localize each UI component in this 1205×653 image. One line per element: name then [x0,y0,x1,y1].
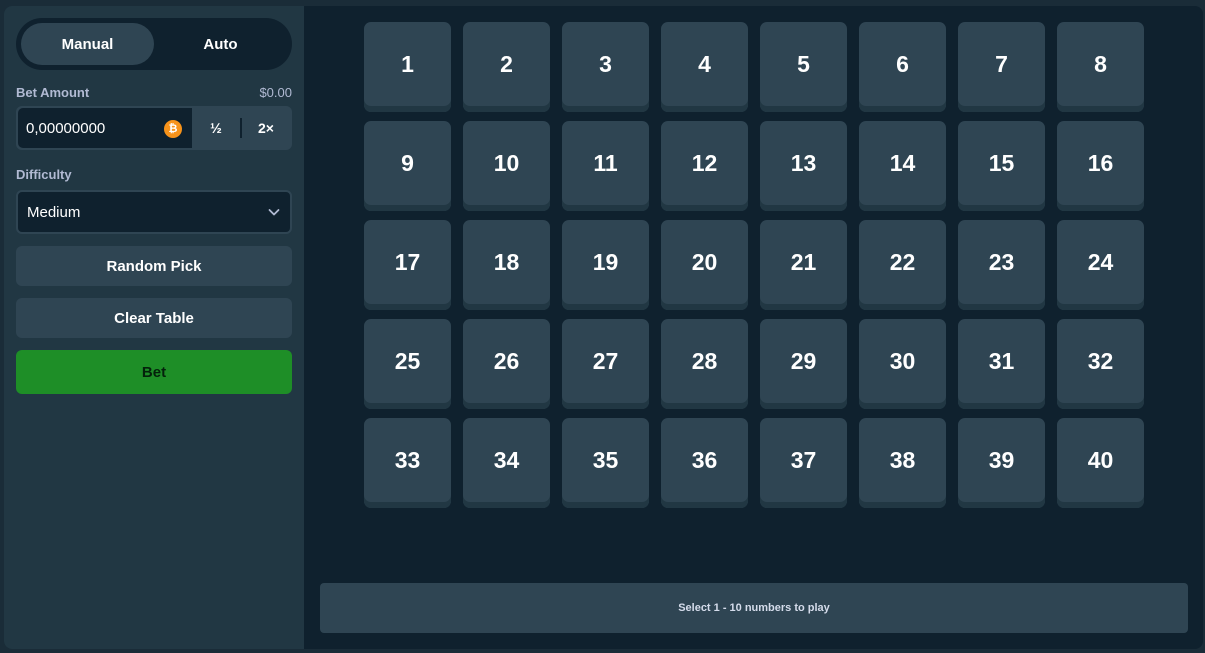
number-tile-17[interactable]: 17 [364,220,451,310]
number-tile-39[interactable]: 39 [958,418,1045,508]
mode-toggle: Manual Auto [16,18,292,70]
number-tile-18[interactable]: 18 [463,220,550,310]
number-tile-25[interactable]: 25 [364,319,451,409]
random-pick-button[interactable]: Random Pick [16,246,292,286]
difficulty-label-row: Difficulty [16,167,292,182]
clear-table-button[interactable]: Clear Table [16,298,292,338]
number-tile-31[interactable]: 31 [958,319,1045,409]
number-tile-1[interactable]: 1 [364,22,451,112]
number-tile-6[interactable]: 6 [859,22,946,112]
number-tile-16[interactable]: 16 [1057,121,1144,211]
difficulty-selected-value: Medium [27,203,81,221]
number-tile-20[interactable]: 20 [661,220,748,310]
number-tile-40[interactable]: 40 [1057,418,1144,508]
number-tile-38[interactable]: 38 [859,418,946,508]
number-tile-13[interactable]: 13 [760,121,847,211]
number-tile-30[interactable]: 30 [859,319,946,409]
number-tile-36[interactable]: 36 [661,418,748,508]
bet-amount-usd: $0.00 [259,85,292,100]
number-tile-10[interactable]: 10 [463,121,550,211]
chevron-down-icon [268,209,280,216]
difficulty-label: Difficulty [16,167,72,182]
number-tile-8[interactable]: 8 [1057,22,1144,112]
number-tile-24[interactable]: 24 [1057,220,1144,310]
number-tile-35[interactable]: 35 [562,418,649,508]
bet-amount-input[interactable] [26,119,156,137]
bet-amount-label-row: Bet Amount $0.00 [16,85,292,100]
tab-auto[interactable]: Auto [154,23,287,65]
number-tile-15[interactable]: 15 [958,121,1045,211]
number-tile-14[interactable]: 14 [859,121,946,211]
number-tile-5[interactable]: 5 [760,22,847,112]
half-bet-button[interactable]: ½ [192,108,240,148]
number-tile-37[interactable]: 37 [760,418,847,508]
number-tile-28[interactable]: 28 [661,319,748,409]
number-tile-12[interactable]: 12 [661,121,748,211]
number-tile-4[interactable]: 4 [661,22,748,112]
number-tile-19[interactable]: 19 [562,220,649,310]
info-bar-text: Select 1 - 10 numbers to play [678,602,830,614]
keno-game-window: Manual Auto Bet Amount $0.00 ₿ ½ 2× Diff… [4,6,1203,649]
number-tile-11[interactable]: 11 [562,121,649,211]
bet-amount-label: Bet Amount [16,85,90,100]
difficulty-select[interactable]: Medium [16,190,292,234]
number-tile-22[interactable]: 22 [859,220,946,310]
bet-amount-control: ₿ ½ 2× [16,106,292,150]
number-tile-26[interactable]: 26 [463,319,550,409]
keno-number-grid: 1 2 3 4 5 6 7 8 9 10 11 12 13 14 15 16 17 18 19 20 21 22 23 24 2… [364,22,1144,508]
number-tile-32[interactable]: 32 [1057,319,1144,409]
number-tile-9[interactable]: 9 [364,121,451,211]
tab-manual[interactable]: Manual [21,23,154,65]
number-tile-34[interactable]: 34 [463,418,550,508]
number-tile-23[interactable]: 23 [958,220,1045,310]
number-tile-21[interactable]: 21 [760,220,847,310]
number-tile-29[interactable]: 29 [760,319,847,409]
bet-controls-sidebar: Manual Auto Bet Amount $0.00 ₿ ½ 2× Diff… [4,6,304,649]
double-bet-button[interactable]: 2× [242,108,290,148]
number-tile-27[interactable]: 27 [562,319,649,409]
bet-button[interactable]: Bet [16,350,292,394]
number-tile-3[interactable]: 3 [562,22,649,112]
bitcoin-icon: ₿ [164,120,182,138]
number-tile-2[interactable]: 2 [463,22,550,112]
bet-amount-field-wrap: ₿ [18,108,192,148]
number-tile-7[interactable]: 7 [958,22,1045,112]
info-bar: Select 1 - 10 numbers to play [320,583,1188,633]
number-tile-33[interactable]: 33 [364,418,451,508]
